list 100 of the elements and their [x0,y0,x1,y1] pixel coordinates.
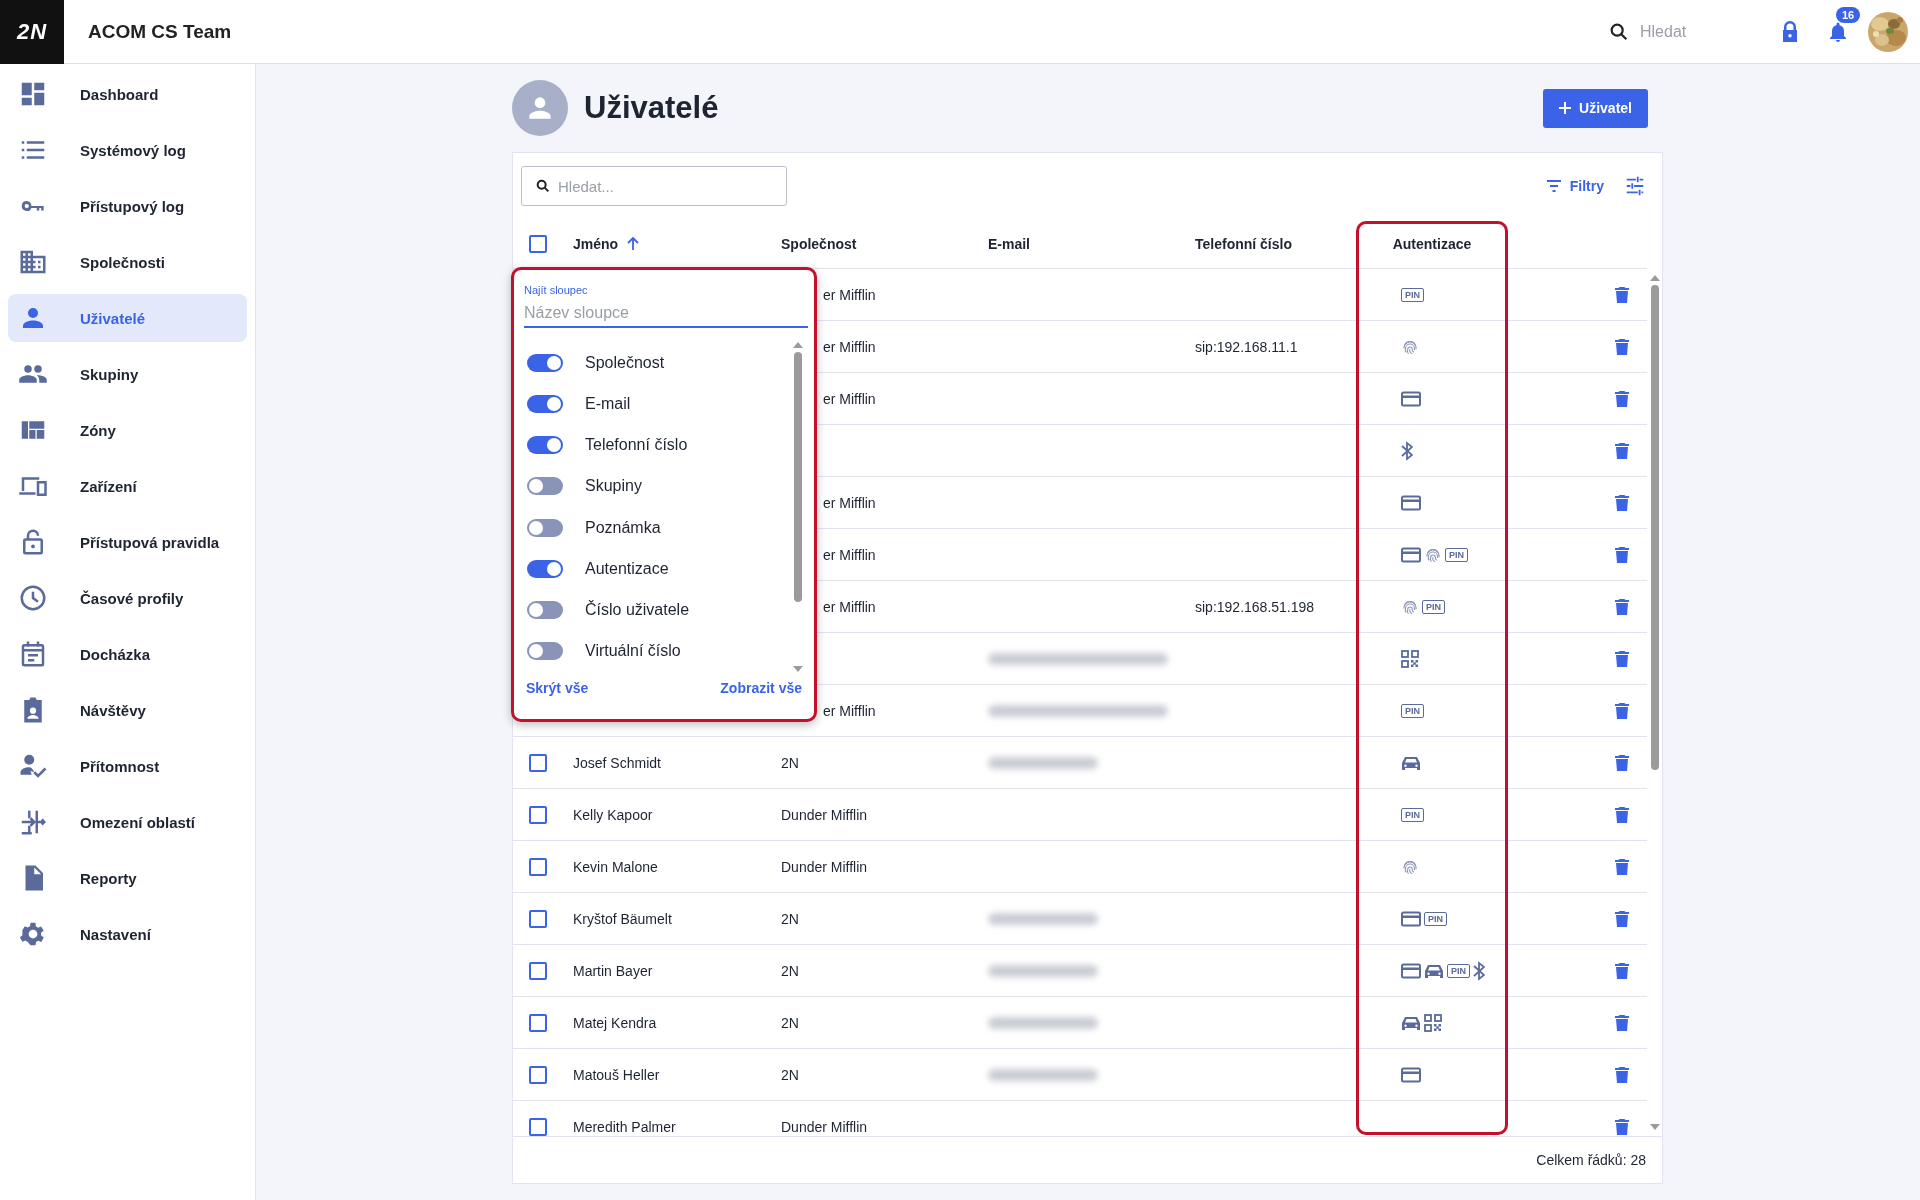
delete-button[interactable] [1615,598,1629,615]
delete-button[interactable] [1615,806,1629,823]
select-all-checkbox[interactable] [529,234,547,253]
sidebar-item[interactable]: Skupiny [8,350,247,398]
toggle-label: Virtuální číslo [585,642,681,661]
company-name: 2N [781,1066,799,1083]
toggle-switch[interactable] [527,601,563,620]
toggle-label: Telefonní číslo [585,436,688,455]
row-checkbox[interactable] [529,805,547,824]
sidebar-item[interactable]: Uživatelé [8,294,247,342]
add-user-button[interactable]: Uživatel [1543,88,1648,128]
toggle-label: Společnost [585,353,665,372]
sidebar-item[interactable]: Společnosti [8,238,247,286]
company-name: 2N [781,754,799,771]
row-checkbox[interactable] [529,1065,547,1084]
scrollbar[interactable] [792,342,804,672]
delete-button[interactable] [1615,1066,1629,1083]
car-icon [1424,962,1444,979]
toggle-switch[interactable] [527,477,563,496]
search-field[interactable]: Hledat [1640,20,1740,43]
qr-code-icon [1424,1013,1442,1032]
toggle-switch[interactable] [527,642,563,661]
company-name: er Mifflin [823,546,876,563]
toggle-switch[interactable] [527,394,563,413]
notification-badge: 16 [1836,6,1861,23]
toggle-switch[interactable] [527,436,563,455]
scroll-down-icon[interactable] [1649,1124,1660,1130]
company-name: er Mifflin [823,390,876,407]
company-name: er Mifflin [823,598,876,615]
delete-button[interactable] [1615,338,1629,355]
scroll-up-icon[interactable] [793,342,803,348]
row-checkbox[interactable] [529,1117,547,1136]
toggle-switch[interactable] [527,518,563,537]
column-header[interactable]: Jméno [573,235,641,252]
company-name: er Mifflin [823,494,876,511]
page-title: Uživatelé [584,90,719,126]
column-header[interactable]: Společnost [781,235,857,252]
filters-button[interactable]: Filtry [1541,174,1608,198]
row-checkbox[interactable] [529,1013,547,1032]
delete-button[interactable] [1615,390,1629,407]
search-field[interactable]: Hledat... [521,166,787,206]
sidebar-item[interactable]: Systémový log [8,126,247,174]
delete-button[interactable] [1615,754,1629,771]
user-name: Kevin Malone [573,858,658,875]
sidebar-item[interactable]: Návštěvy [8,686,247,734]
scroll-down-icon[interactable] [793,666,803,672]
sidebar-item[interactable]: Časové profily [8,574,247,622]
toggle-switch[interactable] [527,559,563,578]
delete-button[interactable] [1615,286,1629,303]
toggle-switch[interactable] [527,353,563,372]
delete-button[interactable] [1615,702,1629,719]
user-name: Kryštof Bäumelt [573,910,672,927]
company-name: 2N [781,1014,799,1031]
row-count: Celkem řádků: 28 [1536,1152,1646,1168]
pin-tag: PIN [1401,807,1424,822]
hide-all-button[interactable]: Skrýt vše [526,680,589,696]
sidebar-item[interactable]: Přístupová pravidla [8,518,247,566]
row-checkbox[interactable] [529,857,547,876]
delete-button[interactable] [1615,1118,1629,1135]
sidebar-item[interactable]: Docházka [8,630,247,678]
car-icon [1401,754,1421,771]
delete-button[interactable] [1615,650,1629,667]
delete-button[interactable] [1615,910,1629,927]
pin-tag: PIN [1447,963,1470,978]
pin-tag: PIN [1445,547,1468,562]
delete-button[interactable] [1615,858,1629,875]
company-name: Dunder Mifflin [781,858,868,875]
column-header[interactable]: E-mail [988,235,1030,252]
delete-button[interactable] [1615,442,1629,459]
toggle-label: Skupiny [585,477,642,496]
delete-button[interactable] [1615,1014,1629,1031]
user-avatar [512,80,568,136]
row-checkbox[interactable] [529,961,547,980]
column-header[interactable]: Telefonní číslo [1195,235,1292,252]
sidebar-item[interactable]: Dashboard [8,70,247,118]
delete-button[interactable] [1615,494,1629,511]
sidebar-item[interactable]: Zóny [8,406,247,454]
column-header[interactable]: Autentizace [1392,235,1472,252]
scroll-up-icon[interactable] [1649,275,1660,281]
card-icon [1401,546,1421,563]
search-icon [535,178,551,194]
sidebar-item[interactable]: Zařízení [8,462,247,510]
sliders-icon [1624,175,1646,197]
company-name: er Mifflin [823,338,876,355]
sidebar-item[interactable]: Přístupový log [8,182,247,230]
sidebar-item[interactable]: Omezení oblastí [8,798,247,846]
delete-button[interactable] [1615,546,1629,563]
user-name: Martin Bayer [573,962,653,979]
card-icon [1401,494,1421,511]
column-settings-button[interactable] [1624,175,1646,197]
card-icon [1401,390,1421,407]
sidebar-item[interactable]: Přítomnost [8,742,247,790]
toggle-label: Poznámka [585,518,661,537]
delete-button[interactable] [1615,962,1629,979]
sidebar-item[interactable]: Nastavení [8,910,247,958]
pin-tag: PIN [1424,911,1447,926]
row-checkbox[interactable] [529,753,547,772]
row-checkbox[interactable] [529,909,547,928]
show-all-button[interactable]: Zobrazit vše [720,680,802,696]
sidebar-item[interactable]: Reporty [8,854,247,902]
